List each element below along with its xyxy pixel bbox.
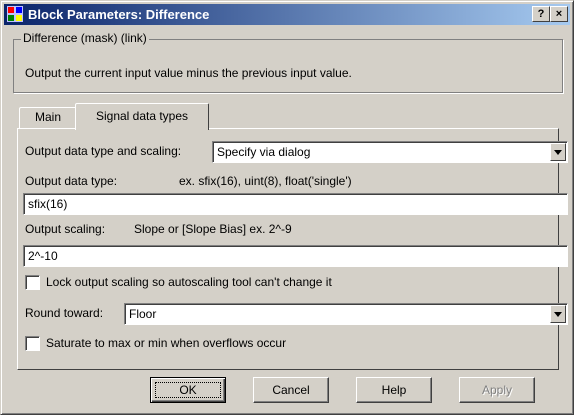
apply-button[interactable]: Apply [459,377,535,403]
title-bar[interactable]: Block Parameters: Difference ? × [4,4,570,25]
ok-button[interactable]: OK [150,377,226,403]
data-type-value: sfix(16) [28,197,68,211]
round-toward-label: Round toward: [25,306,104,320]
scaling-mode-label: Output data type and scaling: [25,144,182,158]
data-type-input[interactable]: sfix(16) [23,193,568,215]
window-title: Block Parameters: Difference [28,7,210,22]
mask-group-title: Difference (mask) (link) [21,31,149,45]
simulink-block-icon [7,6,23,22]
data-type-hint: ex. sfix(16), uint(8), float('single') [179,174,352,188]
data-type-label: Output data type: [25,174,118,188]
chevron-down-icon[interactable] [550,305,566,323]
scaling-mode-value: Specify via dialog [217,145,311,159]
scaling-hint: Slope or [Slope Bias] ex. 2^-9 [134,222,292,236]
help-button[interactable]: Help [356,377,432,403]
lock-scaling-checkbox[interactable] [25,275,40,290]
tab-main[interactable]: Main [19,107,77,128]
cancel-button[interactable]: Cancel [253,377,329,403]
scaling-value: 2^-10 [28,249,58,263]
saturate-checkbox[interactable] [25,336,40,351]
round-toward-value: Floor [129,307,157,321]
chevron-down-icon[interactable] [550,143,566,161]
lock-scaling-label: Lock output scaling so autoscaling tool … [46,275,332,289]
tab-signal-data-types[interactable]: Signal data types [75,103,209,130]
scaling-input[interactable]: 2^-10 [23,245,568,267]
focus-rectangle [155,382,221,398]
scaling-mode-dropdown[interactable]: Specify via dialog [212,141,568,163]
close-button[interactable]: × [550,6,568,22]
scaling-label: Output scaling: [25,222,106,236]
block-parameters-dialog: Block Parameters: Difference ? × Differe… [0,0,574,415]
round-toward-dropdown[interactable]: Floor [124,303,568,325]
help-title-button[interactable]: ? [532,6,550,22]
mask-description: Output the current input value minus the… [25,66,352,80]
saturate-label: Saturate to max or min when overflows oc… [46,336,287,350]
